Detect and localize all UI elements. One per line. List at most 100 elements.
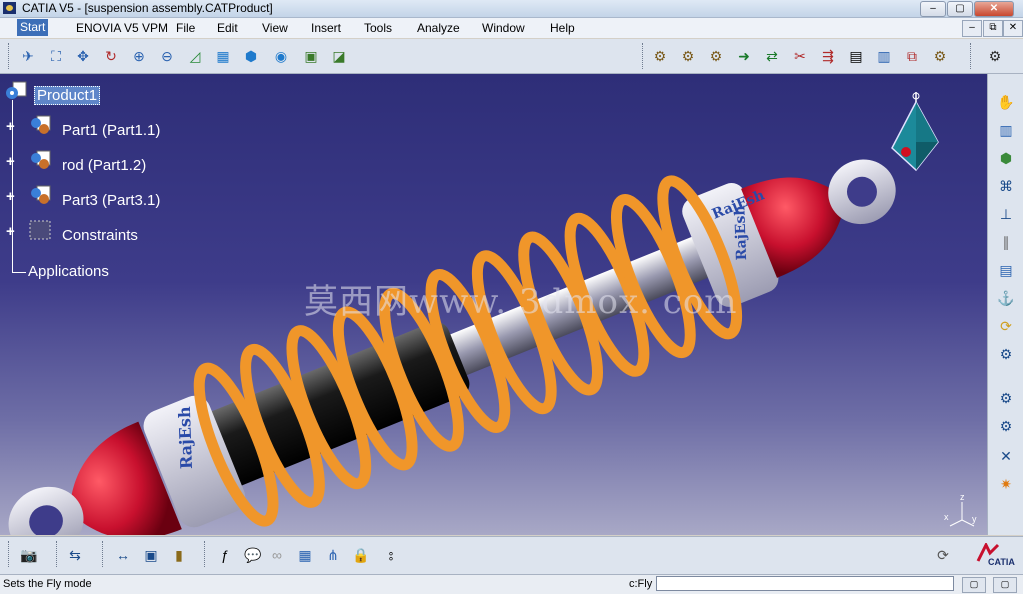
generate-numbering-icon[interactable]: ⇶ (818, 47, 838, 65)
command-label: c:Fly (629, 578, 653, 590)
tree-node-applications[interactable]: Applications (28, 263, 109, 280)
stop-manipulate-on-clash-icon[interactable]: ⬢ (996, 148, 1016, 168)
graph-tree-reordering-icon[interactable]: ✂ (790, 47, 810, 65)
menu-help[interactable]: Help (550, 21, 575, 35)
tree-node-constraints[interactable]: Constraints (62, 227, 138, 244)
toolbar-grip-bottom-3[interactable] (102, 541, 107, 567)
contact-constraint-icon[interactable]: ⊥ (996, 204, 1016, 224)
measure-item-icon[interactable]: ▣ (140, 545, 162, 565)
fit-all-icon[interactable]: ⛶ (46, 47, 66, 65)
maximize-button[interactable]: ▢ (947, 1, 973, 17)
toolbar-grip-2[interactable] (642, 43, 647, 69)
angle-constraint-icon[interactable]: ▤ (996, 260, 1016, 280)
reuse-pattern-icon[interactable]: ⚙ (996, 344, 1016, 364)
capture-icon[interactable]: 📷 (18, 545, 40, 565)
rod-node-icon[interactable] (28, 149, 52, 171)
offset-constraint-icon[interactable]: ∥ (996, 232, 1016, 252)
menu-window[interactable]: Window (482, 21, 525, 35)
brand-label-left: RajEsh (175, 406, 196, 470)
measure-inertia-icon[interactable]: ▮ (168, 545, 190, 565)
new-component-icon[interactable]: ⚙ (678, 47, 698, 65)
knowledge-icon[interactable]: ∞ (266, 545, 288, 565)
tree-node-rod[interactable]: rod (Part1.2) (62, 157, 146, 174)
fix-component-icon[interactable]: ⚓ (996, 288, 1016, 308)
measure-between-icon[interactable]: ↔ (112, 545, 134, 565)
menu-analyze[interactable]: Analyze (417, 21, 460, 35)
power-input-button[interactable]: ▢ (962, 577, 986, 593)
toolbar-grip-bottom-2[interactable] (56, 541, 61, 567)
expand-part1-icon[interactable]: + (6, 119, 17, 134)
iso-view-icon[interactable]: ⬢ (241, 47, 261, 65)
swap-visible-space-icon[interactable]: ◪ (329, 47, 349, 65)
swap-icon[interactable]: ⟳ (932, 545, 954, 565)
replace-component-icon[interactable]: ⇄ (762, 47, 782, 65)
sectioning-icon[interactable]: ⚙ (996, 416, 1016, 436)
menu-file[interactable]: File (176, 21, 195, 35)
product-icon[interactable]: ⚙ (650, 47, 670, 65)
fast-multi-instantiation-icon[interactable]: ⚙ (930, 47, 950, 65)
normal-view-icon[interactable]: ◿ (185, 47, 205, 65)
design-table-icon[interactable]: ▦ (294, 545, 316, 565)
menu-edit[interactable]: Edit (217, 21, 238, 35)
3d-viewport[interactable]: RajEsh RajEsh RajEsh 莫西网www. 3dmox. com … (0, 74, 987, 535)
pan-icon[interactable]: ✥ (73, 47, 93, 65)
toolbar-grip[interactable] (8, 43, 13, 69)
comment-icon[interactable]: 💬 (242, 545, 264, 565)
catia-app-icon[interactable] (3, 2, 16, 14)
zoom-in-icon[interactable]: ⊕ (129, 47, 149, 65)
product-node-icon[interactable] (4, 80, 28, 102)
existing-component-icon[interactable]: ➜ (734, 47, 754, 65)
part3-node-icon[interactable] (28, 184, 52, 206)
update-all-icon[interactable]: ⇆ (64, 545, 86, 565)
compass[interactable] (880, 92, 950, 182)
lock-icon[interactable]: 🔒 (350, 545, 372, 565)
update-icon[interactable]: ⟳ (996, 316, 1016, 336)
symbol-icon[interactable]: ✷ (996, 474, 1016, 494)
bottom-toolbar: 📷 ⇆ ↔ ▣ ▮ ƒ 💬 ∞ ▦ ⋔ 🔒 ⦂ ⟳ CATIA (0, 536, 1023, 574)
law-icon[interactable]: ⋔ (322, 545, 344, 565)
command-history-button[interactable]: ▢ (993, 577, 1017, 593)
expand-rod-icon[interactable]: + (6, 154, 17, 169)
assembly-features-icon[interactable]: ⚙ (985, 47, 1005, 65)
minimize-button[interactable]: – (920, 1, 946, 17)
manipulation-icon[interactable]: ✋ (996, 92, 1016, 112)
multi-view-icon[interactable]: ▦ (213, 47, 233, 65)
selective-load-icon[interactable]: ▤ (846, 47, 866, 65)
toolbar-grip-bottom[interactable] (8, 541, 13, 567)
toolbar-grip-bottom-4[interactable] (204, 541, 209, 567)
coincidence-constraint-icon[interactable]: ⌘ (996, 176, 1016, 196)
toolbar-grip-3[interactable] (970, 43, 975, 69)
manage-representations-icon[interactable]: ▥ (874, 47, 894, 65)
menu-insert[interactable]: Insert (311, 21, 341, 35)
new-part-icon[interactable]: ⚙ (706, 47, 726, 65)
menu-tools[interactable]: Tools (364, 21, 392, 35)
zoom-out-icon[interactable]: ⊖ (157, 47, 177, 65)
part1-node-icon[interactable] (28, 114, 52, 136)
multi-instantiation-icon[interactable]: ⧉ (902, 47, 922, 65)
menu-start[interactable]: Start (17, 19, 49, 36)
close-button[interactable]: ✕ (974, 1, 1014, 17)
distance-icon[interactable]: ✕ (996, 446, 1016, 466)
expand-part3-icon[interactable]: + (6, 189, 17, 204)
shading-icon[interactable]: ◉ (271, 47, 291, 65)
tree-node-product1[interactable]: Product1 (34, 86, 101, 105)
rotate-icon[interactable]: ↻ (101, 47, 121, 65)
menu-enovia[interactable]: ENOVIA V5 VPM (76, 21, 168, 35)
tree-node-part1[interactable]: Part1 (Part1.1) (62, 122, 160, 139)
clash-icon[interactable]: ⚙ (996, 388, 1016, 408)
menu-view[interactable]: View (262, 21, 288, 35)
doc-restore-button[interactable]: ⧉ (983, 20, 1003, 37)
tree-branch-line (12, 272, 26, 273)
hide-show-icon[interactable]: ▣ (301, 47, 321, 65)
doc-close-button[interactable]: ✕ (1003, 20, 1023, 37)
status-bar: Sets the Fly mode c:Fly ▢ ▢ (0, 574, 1023, 594)
tree-node-part3[interactable]: Part3 (Part3.1) (62, 192, 160, 209)
constraints-node-icon[interactable] (28, 219, 52, 241)
doc-minimize-button[interactable]: – (962, 20, 982, 37)
explode-icon[interactable]: ▥ (996, 120, 1016, 140)
command-input[interactable] (656, 576, 954, 591)
catalog-icon[interactable]: ⦂ (380, 545, 402, 565)
formula-icon[interactable]: ƒ (214, 545, 236, 565)
expand-constraints-icon[interactable]: + (6, 224, 17, 239)
fly-mode-icon[interactable]: ✈ (18, 47, 38, 65)
